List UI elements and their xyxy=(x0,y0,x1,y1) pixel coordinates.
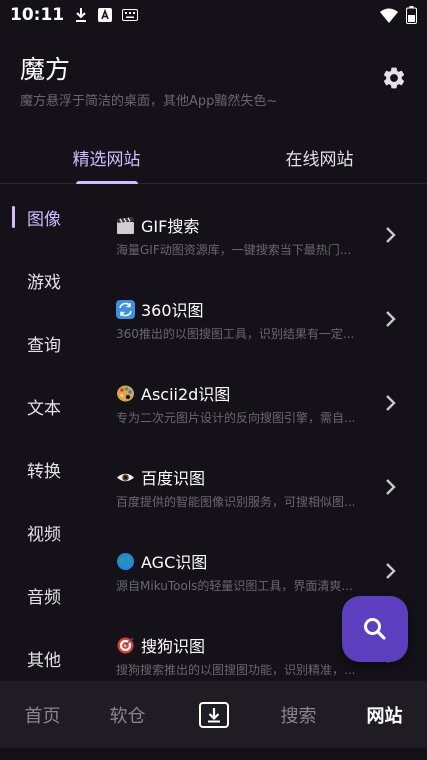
site-name: 搜狗识图 xyxy=(141,637,206,656)
status-bar: 10:11 xyxy=(0,0,427,30)
app-subtitle: 魔方悬浮于简洁的桌面，其他App黯然失色~ xyxy=(20,94,278,109)
site-description: 源自MikuTools的轻量识图工具，界面清爽... xyxy=(116,579,353,593)
nav-downloads[interactable] xyxy=(171,681,256,748)
site-item-360-image-search[interactable]: 360识图 360推出的以图搜图工具，识别结果有一定... xyxy=(100,269,427,353)
category-video[interactable]: 视频 xyxy=(0,507,100,557)
nav-websites[interactable]: 网站 xyxy=(342,681,427,748)
bottom-navigation: 首页 软仓 搜索 网站 xyxy=(0,681,427,748)
gesture-bar xyxy=(0,748,427,760)
palette-icon xyxy=(116,384,135,403)
category-label: 其他 xyxy=(27,650,61,671)
category-active-indicator xyxy=(12,206,15,228)
category-list: 图像 游戏 查询 文本 转换 视频 音频 其他 xyxy=(0,185,100,680)
chevron-right-icon xyxy=(386,227,396,243)
category-label: 转换 xyxy=(27,461,61,482)
site-name: 360识图 xyxy=(141,301,204,320)
nav-search[interactable]: 搜索 xyxy=(256,681,341,748)
chevron-right-icon xyxy=(386,479,396,495)
category-other[interactable]: 其他 xyxy=(0,633,100,683)
site-description: 360推出的以图搜图工具，识别结果有一定... xyxy=(116,327,355,341)
nav-home[interactable]: 首页 xyxy=(0,681,85,748)
tab-featured-sites[interactable]: 精选网站 xyxy=(0,130,213,184)
keyboard-icon xyxy=(122,9,139,21)
site-name: Ascii2d识图 xyxy=(141,385,231,404)
search-fab-button[interactable] xyxy=(342,596,408,662)
site-item-ascii2d[interactable]: Ascii2d识图 专为二次元图片设计的反向搜图引擎，需自... xyxy=(100,353,427,437)
chevron-right-icon xyxy=(386,311,396,327)
category-text[interactable]: 文本 xyxy=(0,381,100,431)
site-name: AGC识图 xyxy=(141,553,208,572)
category-label: 视频 xyxy=(27,524,61,545)
search-icon xyxy=(364,618,386,640)
site-name: GIF搜索 xyxy=(141,217,200,236)
chevron-right-icon xyxy=(386,563,396,579)
site-item-agc-image[interactable]: AGC识图 源自MikuTools的轻量识图工具，界面清爽... xyxy=(100,521,427,605)
wifi-icon xyxy=(380,8,398,23)
clapper-board-icon xyxy=(116,216,135,235)
category-label: 文本 xyxy=(27,398,61,419)
status-time: 10:11 xyxy=(10,5,65,25)
app-title: 魔方 xyxy=(20,55,71,84)
site-description: 海量GIF动图资源库，一键搜索当下最热门... xyxy=(116,243,352,257)
site-tabs: 精选网站 在线网站 xyxy=(0,130,427,184)
eye-icon xyxy=(116,468,135,487)
category-convert[interactable]: 转换 xyxy=(0,444,100,494)
site-item-gif-search[interactable]: GIF搜索 海量GIF动图资源库，一键搜索当下最热门... xyxy=(100,185,427,269)
download-icon xyxy=(74,7,88,23)
chevron-right-icon xyxy=(386,395,396,411)
category-image[interactable]: 图像 xyxy=(0,192,100,242)
gear-icon xyxy=(383,67,405,89)
category-label: 查询 xyxy=(27,335,61,356)
settings-button[interactable] xyxy=(380,64,408,92)
app-header: 魔方 魔方悬浮于简洁的桌面，其他App黯然失色~ xyxy=(0,44,427,114)
site-description: 百度提供的智能图像识别服务，可搜相似图... xyxy=(116,495,356,509)
category-audio[interactable]: 音频 xyxy=(0,570,100,620)
nav-software-warehouse[interactable]: 软仓 xyxy=(85,681,170,748)
battery-icon xyxy=(406,6,417,24)
site-description: 搜狗搜索推出的以图搜图功能，识别精准，... xyxy=(116,663,356,677)
category-query[interactable]: 查询 xyxy=(0,318,100,368)
site-name: 百度识图 xyxy=(141,469,206,488)
category-label: 图像 xyxy=(27,209,61,230)
a-icon xyxy=(98,8,113,22)
download-box-icon xyxy=(198,701,229,728)
site-item-baidu-image[interactable]: 百度识图 百度提供的智能图像识别服务，可搜相似图... xyxy=(100,437,427,521)
category-label: 音频 xyxy=(27,587,61,608)
category-games[interactable]: 游戏 xyxy=(0,255,100,305)
category-label: 游戏 xyxy=(27,272,61,293)
tab-indicator xyxy=(76,181,138,184)
target-icon xyxy=(116,636,135,655)
tab-online-sites[interactable]: 在线网站 xyxy=(213,130,426,184)
globe-icon xyxy=(116,552,135,571)
refresh-arrows-icon xyxy=(116,299,135,319)
site-description: 专为二次元图片设计的反向搜图引擎，需自... xyxy=(116,411,356,425)
